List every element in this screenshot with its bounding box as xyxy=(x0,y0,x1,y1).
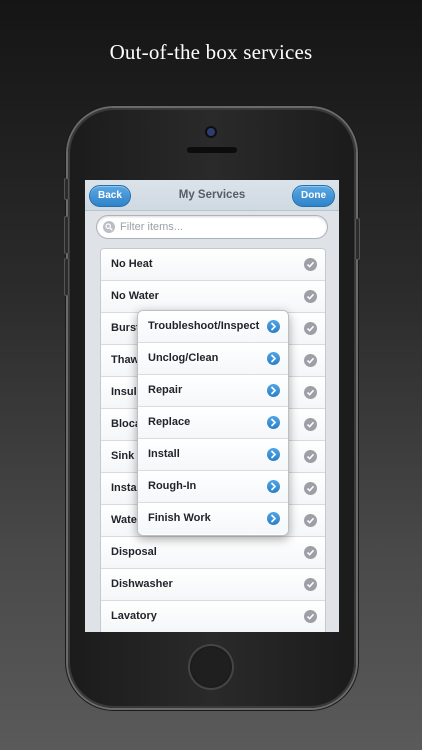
power-button xyxy=(355,218,360,260)
checkmark-icon[interactable] xyxy=(304,290,317,303)
list-item-label: No Water xyxy=(111,290,159,302)
checkmark-icon[interactable] xyxy=(304,578,317,591)
checkmark-icon[interactable] xyxy=(304,258,317,271)
popup-item-troubleshoot[interactable]: Troubleshoot/Inspect xyxy=(138,311,288,343)
popup-item-repair[interactable]: Repair xyxy=(138,375,288,407)
headline: Out-of-the box services xyxy=(109,40,313,64)
back-button[interactable]: Back xyxy=(89,185,131,207)
list-item-label: Thaw xyxy=(111,354,140,366)
checkmark-icon[interactable] xyxy=(304,546,317,559)
popup-item-label: Troubleshoot/Inspect xyxy=(148,320,260,332)
service-action-popup: Troubleshoot/Inspect Unclog/Clean Repair… xyxy=(137,310,289,536)
list-item-label: Insta xyxy=(111,482,137,494)
filter-input[interactable] xyxy=(118,218,322,236)
popup-item-finish-work[interactable]: Finish Work xyxy=(138,503,288,534)
chevron-right-icon[interactable] xyxy=(267,320,280,333)
checkmark-icon[interactable] xyxy=(304,418,317,431)
popup-item-label: Install xyxy=(148,448,180,460)
phone-frame: My Services Back Done No Heat No Water B… xyxy=(64,108,360,708)
checkmark-icon[interactable] xyxy=(304,386,317,399)
popup-item-label: Replace xyxy=(148,416,191,428)
list-item-label: Disposal xyxy=(111,546,157,558)
popup-item-label: Repair xyxy=(148,384,183,396)
volume-up-button xyxy=(64,216,69,254)
popup-item-label: Finish Work xyxy=(148,512,211,524)
done-button[interactable]: Done xyxy=(292,185,335,207)
volume-down-button xyxy=(64,258,69,296)
popup-item-rough-in[interactable]: Rough-In xyxy=(138,471,288,503)
list-item-label: Insul xyxy=(111,386,137,398)
list-item[interactable]: Disposal xyxy=(101,537,325,569)
list-item-label: Wate xyxy=(111,514,137,526)
popup-item-label: Unclog/Clean xyxy=(148,352,219,364)
checkmark-icon[interactable] xyxy=(304,514,317,527)
chevron-right-icon[interactable] xyxy=(267,352,280,365)
speaker-grille xyxy=(187,147,237,153)
popup-item-replace[interactable]: Replace xyxy=(138,407,288,439)
checkmark-icon[interactable] xyxy=(304,322,317,335)
checkmark-icon[interactable] xyxy=(304,610,317,623)
popup-item-install[interactable]: Install xyxy=(138,439,288,471)
list-item-label: Burst xyxy=(111,322,140,334)
home-button[interactable] xyxy=(190,646,232,688)
list-item[interactable]: No Heat xyxy=(101,249,325,281)
chevron-right-icon[interactable] xyxy=(267,448,280,461)
list-item-label: Dishwasher xyxy=(111,578,173,590)
list-item[interactable]: No Water xyxy=(101,281,325,313)
list-item-label: Lavatory xyxy=(111,610,157,622)
list-item-label: Sink xyxy=(111,450,135,462)
popup-item-label: Rough-In xyxy=(148,480,197,492)
popup-item-unclog[interactable]: Unclog/Clean xyxy=(138,343,288,375)
list-item-label: No Heat xyxy=(111,258,153,270)
search-icon xyxy=(103,221,115,233)
filter-bar xyxy=(85,211,339,241)
list-item[interactable]: Lavatory xyxy=(101,601,325,632)
chevron-right-icon[interactable] xyxy=(267,512,280,525)
list-item[interactable]: Dishwasher xyxy=(101,569,325,601)
app-screen: My Services Back Done No Heat No Water B… xyxy=(85,180,339,632)
chevron-right-icon[interactable] xyxy=(267,480,280,493)
checkmark-icon[interactable] xyxy=(304,450,317,463)
chevron-right-icon[interactable] xyxy=(267,384,280,397)
mute-switch xyxy=(64,178,69,200)
checkmark-icon[interactable] xyxy=(304,354,317,367)
filter-field[interactable] xyxy=(96,215,328,239)
camera-icon xyxy=(207,128,215,136)
checkmark-icon[interactable] xyxy=(304,482,317,495)
nav-bar: My Services Back Done xyxy=(85,180,339,211)
chevron-right-icon[interactable] xyxy=(267,416,280,429)
